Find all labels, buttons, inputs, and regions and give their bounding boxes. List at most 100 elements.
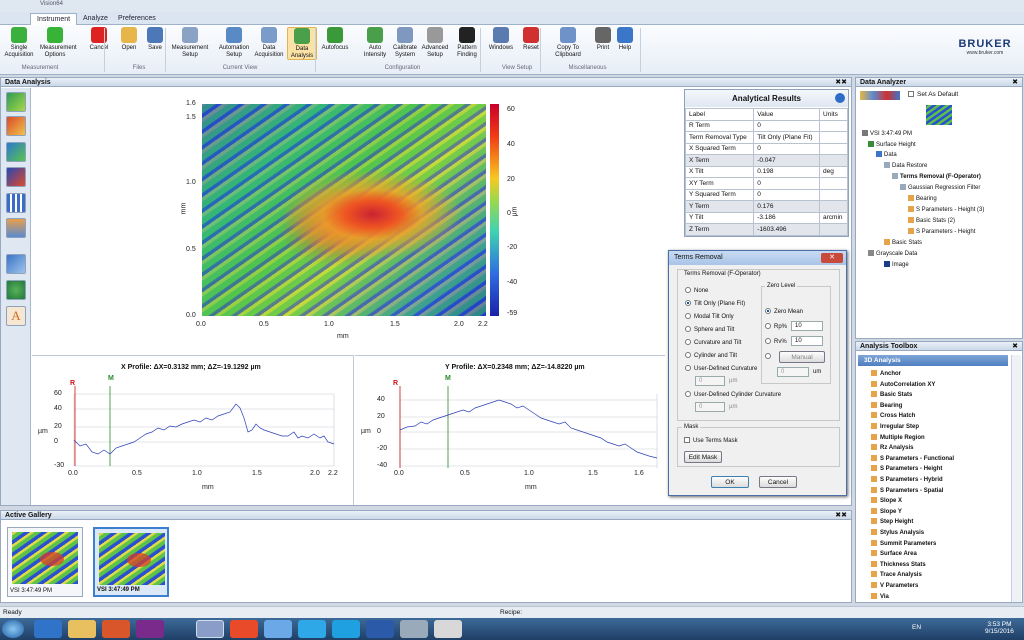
manual-button[interactable]: Manual <box>779 351 825 363</box>
contour-tool-icon[interactable] <box>6 167 26 187</box>
table-row[interactable]: Term Removal Type Tilt Only (Plane Fit) <box>684 131 848 144</box>
data-analysis-button[interactable]: Data Analysis <box>287 27 317 60</box>
set-as-default-checkbox[interactable]: Set As Default <box>908 91 958 98</box>
settings-gear-icon[interactable] <box>835 93 845 103</box>
skype-icon[interactable] <box>332 620 360 638</box>
panel-close-icon[interactable]: ✖✖ <box>835 78 847 86</box>
tab-preferences[interactable]: Preferences <box>112 13 162 25</box>
pattern-finding-button[interactable]: Pattern Finding <box>452 27 482 58</box>
camera-icon[interactable] <box>400 620 428 638</box>
toolbox-item[interactable]: Slope Y <box>871 507 902 515</box>
surface-height-map[interactable] <box>202 104 486 316</box>
rv-radio[interactable]: Rv% <box>765 338 787 345</box>
toolbox-scrollbar[interactable] <box>1011 355 1021 602</box>
manual-value-input[interactable]: 0 <box>777 367 809 377</box>
measurement-options-button[interactable]: Measurement Options <box>40 27 77 58</box>
explorer-icon[interactable] <box>68 620 96 638</box>
tree-node[interactable]: Image <box>884 261 909 268</box>
terms-option-radio[interactable]: Sphere and Tilt <box>685 326 734 333</box>
cancel-button[interactable]: Cancel <box>84 27 114 52</box>
toolbox-item[interactable]: Trace Analysis <box>871 571 922 578</box>
toolbox-item[interactable]: S Parameters - Height <box>871 465 942 472</box>
x-profile-chart[interactable] <box>32 372 352 497</box>
use-mask-checkbox[interactable]: Use Terms Mask <box>684 437 738 444</box>
stitch-tool-icon[interactable] <box>6 254 26 274</box>
single-acquisition-button[interactable]: Single Acquisition <box>4 27 34 58</box>
tab-instrument[interactable]: Instrument <box>30 13 78 25</box>
advanced-setup-button[interactable]: Advanced Setup <box>420 27 450 58</box>
autofocus-button[interactable]: Autofocus <box>320 27 350 52</box>
toolbox-item[interactable]: Cross Hatch <box>871 412 915 419</box>
toolbox-item[interactable]: Summit Parameters <box>871 539 936 547</box>
cancel-button[interactable]: Cancel <box>759 476 797 488</box>
toolbox-item[interactable]: Via <box>871 592 889 600</box>
toolbox-item[interactable]: Rz Analysis <box>871 444 913 451</box>
terms-option-radio[interactable]: Modal Tilt Only <box>685 313 734 320</box>
toolbox-item[interactable]: S Parameters - Functional <box>871 454 954 462</box>
calibrate-system-button[interactable]: Calibrate System <box>390 27 420 58</box>
table-row[interactable]: R Term 0 <box>684 119 848 132</box>
toolbox-item[interactable]: Basic Stats <box>871 391 912 398</box>
dialog-close-button[interactable]: ✕ <box>821 253 843 263</box>
tree-node[interactable]: S Parameters - Height <box>908 228 975 235</box>
toolbox-item[interactable]: V Parameters <box>871 582 918 589</box>
terms-option-radio[interactable]: Tilt Only (Plane Fit) <box>685 300 745 307</box>
clock[interactable]: 3:53 PM 9/15/2016 <box>985 621 1014 635</box>
toolbox-close-icon[interactable]: ✖ <box>1012 342 1018 350</box>
table-row[interactable]: XY Term 0 <box>684 177 848 190</box>
data-thumbnail[interactable] <box>926 105 952 125</box>
terms-option-radio[interactable]: Cylinder and Tilt <box>685 352 737 359</box>
windows-button[interactable]: Windows <box>486 27 516 52</box>
rv-input[interactable]: 10 <box>791 336 823 346</box>
tree-node[interactable]: Gaussian Regression Filter <box>900 184 980 191</box>
toolbox-item[interactable]: AutoCorrelation XY <box>871 380 935 388</box>
tree-node[interactable]: Basic Stats (2) <box>908 217 955 224</box>
histogram-tool-icon[interactable] <box>6 193 26 213</box>
gallery-item-selected[interactable]: VSI 3:47:49 PM <box>93 527 169 597</box>
vision64-task-icon[interactable] <box>196 620 224 638</box>
toolbox-item[interactable]: Anchor <box>871 370 901 377</box>
terms-option-radio[interactable]: User-Defined Curvature <box>685 365 757 372</box>
table-row[interactable]: Y Term 0.176 <box>684 200 848 213</box>
category-3d-analysis[interactable]: 3D Analysis <box>858 355 1008 366</box>
tab-analyze[interactable]: Analyze <box>77 13 114 25</box>
toolbox-item[interactable]: Multiple Region <box>871 433 925 441</box>
automation-setup-button[interactable]: Automation Setup <box>214 27 254 58</box>
udcc-value-input[interactable]: 0 <box>695 402 725 412</box>
tree-node[interactable]: Terms Removal (F-Operator) <box>892 173 981 180</box>
tree-node[interactable]: Basic Stats <box>884 239 922 246</box>
table-row[interactable]: X Tilt 0.198 deg <box>684 165 848 178</box>
reset-button[interactable]: Reset <box>516 27 546 52</box>
y-profile-chart[interactable] <box>355 372 665 497</box>
language-indicator[interactable]: EN <box>912 624 921 631</box>
gallery-item[interactable]: VSI 3:47:49 PM <box>7 527 83 597</box>
toolbox-item[interactable]: Slope X <box>871 497 902 504</box>
rp-radio[interactable]: Rp% <box>765 323 787 330</box>
ie-icon[interactable] <box>34 620 62 638</box>
toolbox-item[interactable]: Bearing <box>871 401 902 409</box>
toolbox-item[interactable]: Stylus Analysis <box>871 529 924 536</box>
manual-radio[interactable] <box>765 353 774 360</box>
terms-option-radio[interactable]: None <box>685 287 708 294</box>
analyzer-close-icon[interactable]: ✖ <box>1012 78 1018 86</box>
ok-button[interactable]: OK <box>711 476 749 488</box>
toolbox-item[interactable]: Surface Area <box>871 550 917 557</box>
table-row[interactable]: X Term -0.047 <box>684 154 848 167</box>
toolbox-item[interactable]: S Parameters - Hybrid <box>871 476 943 483</box>
tree-node[interactable]: Data <box>876 151 897 158</box>
tree-node[interactable]: Data Restore <box>884 162 927 169</box>
terms-option-radio[interactable]: User-Defined Cylinder Curvature <box>685 391 781 398</box>
tree-node[interactable]: S Parameters - Height (3) <box>908 206 984 213</box>
terms-option-radio[interactable]: Curvature and Tilt <box>685 339 741 346</box>
udc-value-input[interactable]: 0 <box>695 376 725 386</box>
table-row[interactable]: X Squared Term 0 <box>684 142 848 155</box>
table-row[interactable]: Y Tilt -3.186 arcmin <box>684 211 848 224</box>
chrome-icon[interactable] <box>230 620 258 638</box>
app3-icon[interactable] <box>298 620 326 638</box>
measurement-setup-button[interactable]: Measurement Setup <box>170 27 210 58</box>
toolbox-item[interactable]: S Parameters - Spatial <box>871 486 943 494</box>
auto-intensity-button[interactable]: Auto Intensity <box>360 27 390 58</box>
media-icon[interactable] <box>102 620 130 638</box>
table-row[interactable]: Z Term -1603.496 <box>684 223 848 236</box>
table-row[interactable]: Y Squared Term 0 <box>684 188 848 201</box>
